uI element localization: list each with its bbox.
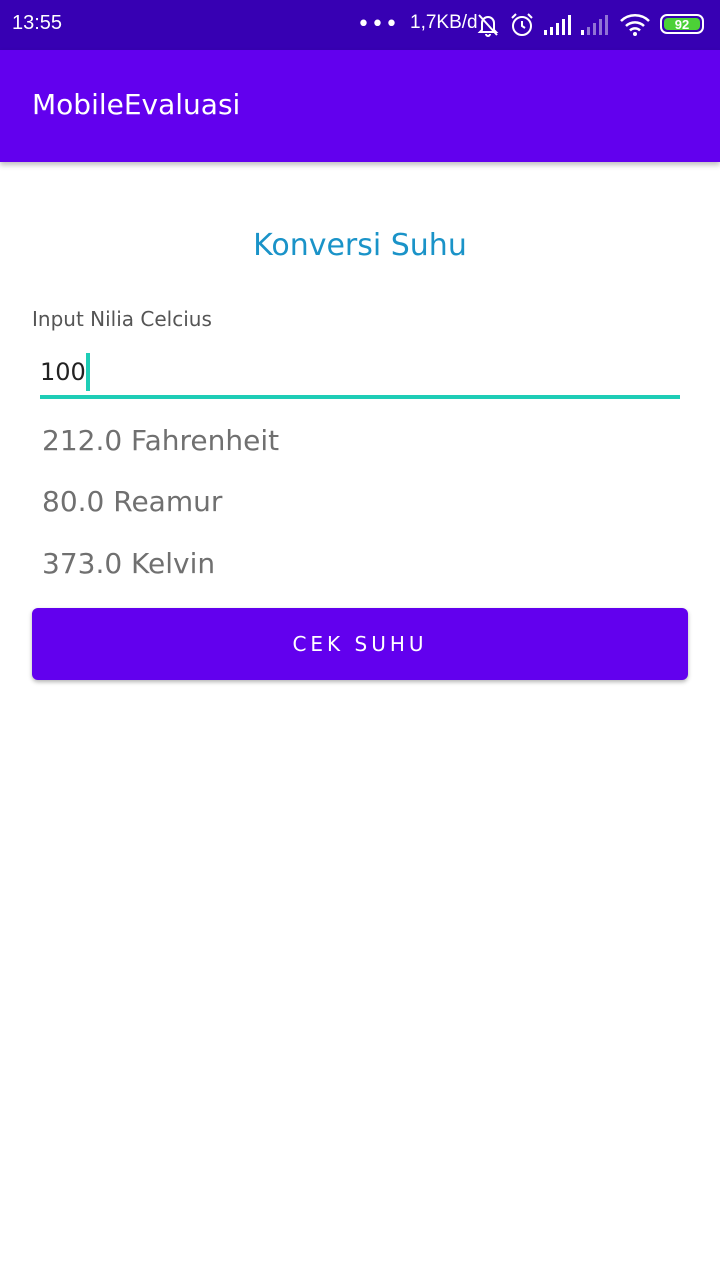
celsius-input-container[interactable] xyxy=(40,350,680,400)
text-cursor xyxy=(86,353,90,391)
check-temperature-button[interactable]: CEK SUHU xyxy=(32,608,688,680)
bell-off-icon xyxy=(476,12,500,42)
app-title: MobileEvaluasi xyxy=(32,88,241,121)
signal-icon xyxy=(543,14,573,40)
status-time: 13:55 xyxy=(12,12,63,34)
wifi-icon xyxy=(619,13,651,41)
more-notifications-icon: ••• xyxy=(357,12,399,37)
input-underline xyxy=(40,395,680,399)
status-bar: 13:55 ••• 1,7KB/d 92 xyxy=(0,0,720,50)
page-heading: Konversi Suhu xyxy=(253,228,467,263)
alarm-icon xyxy=(509,12,535,42)
celsius-input[interactable] xyxy=(40,350,680,394)
battery-level: 92 xyxy=(664,17,700,32)
network-speed: 1,7KB/d xyxy=(410,12,478,33)
celsius-input-label: Input Nilia Celcius xyxy=(32,307,212,331)
app-bar: MobileEvaluasi xyxy=(0,50,720,162)
fahrenheit-result: 212.0 Fahrenheit xyxy=(42,424,280,457)
signal-weak-icon xyxy=(580,14,610,40)
battery-icon: 92 xyxy=(660,14,704,34)
kelvin-result: 373.0 Kelvin xyxy=(42,547,216,580)
reamur-result: 80.0 Reamur xyxy=(42,485,223,518)
